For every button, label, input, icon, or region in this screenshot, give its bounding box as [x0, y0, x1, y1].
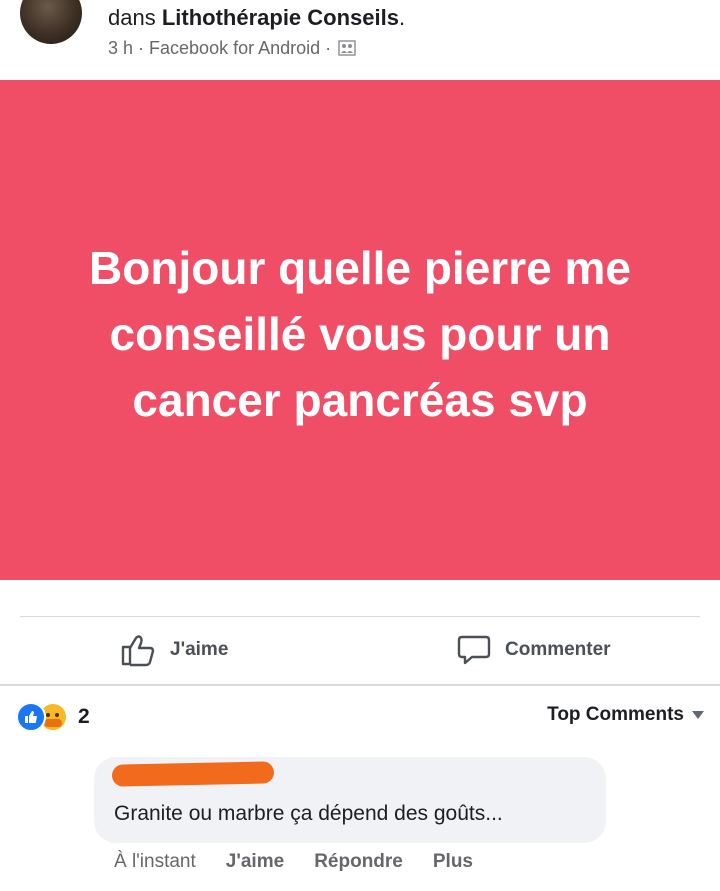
comment-text: Granite ou marbre ça dépend des goûts... [114, 802, 503, 825]
comment-like-link[interactable]: J'aime [226, 851, 284, 873]
post-meta-line: 3 h · Facebook for Android · [108, 38, 356, 59]
like-reaction-icon [16, 702, 46, 732]
post-header: dans Lithothérapie Conseils. 3 h · Faceb… [0, 0, 720, 78]
comment-bubble: Granite ou marbre ça dépend des goûts... [94, 757, 606, 843]
divider [20, 616, 700, 617]
author-avatar[interactable] [20, 0, 82, 44]
comment-label: Commenter [505, 639, 611, 660]
group-suffix: . [398, 5, 406, 30]
post-background: Bonjour quelle pierre me conseillé vous … [0, 80, 720, 580]
reaction-count: 2 [78, 705, 90, 728]
comment-time[interactable]: À l'instant [114, 851, 196, 873]
post-text: Bonjour quelle pierre me conseillé vous … [89, 242, 631, 426]
meta-separator: · [133, 38, 150, 58]
post-time[interactable]: 3 h [108, 38, 133, 58]
divider [0, 684, 720, 686]
group-audience-icon [338, 40, 356, 56]
comment-sort-dropdown[interactable]: Top Comments [547, 704, 704, 726]
comment-sort-label: Top Comments [547, 704, 684, 725]
reactions-summary[interactable]: 2 [16, 702, 90, 732]
like-label: J'aime [170, 639, 229, 660]
post-group-line: dans Lithothérapie Conseils. [108, 5, 405, 31]
comment-more-link[interactable]: Plus [433, 851, 473, 873]
meta-separator-2: · [320, 38, 337, 58]
speech-bubble-icon [457, 635, 491, 665]
comment-reply-link[interactable]: Répondre [314, 851, 403, 873]
like-button[interactable]: J'aime [120, 630, 228, 670]
comment-button[interactable]: Commenter [457, 630, 611, 670]
redacted-commenter-name [111, 761, 275, 787]
chevron-down-icon [692, 711, 704, 719]
group-name-link[interactable]: Lithothérapie Conseils [162, 5, 399, 30]
comment-actions: À l'instant J'aime Répondre Plus [114, 851, 503, 873]
group-prefix: dans [108, 5, 162, 30]
post-app: Facebook for Android [149, 38, 321, 58]
thumbs-up-icon [121, 635, 155, 667]
